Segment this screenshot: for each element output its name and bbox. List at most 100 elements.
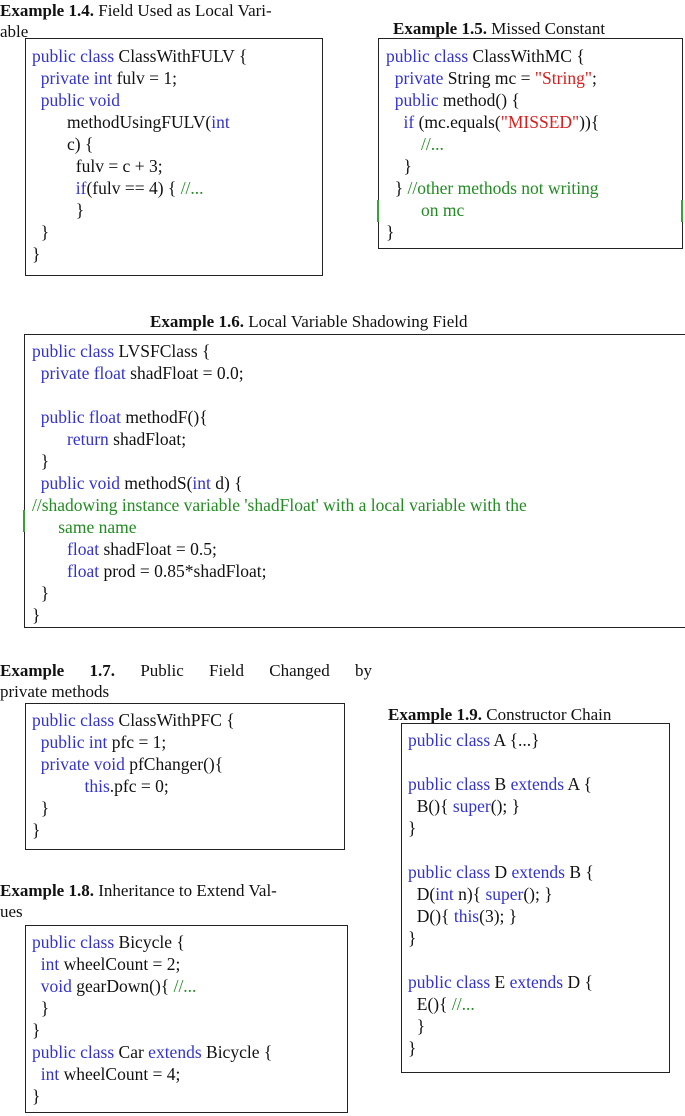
code-box-1-5: public class ClassWithMC { private Strin… xyxy=(378,38,683,249)
keyword-token: public class xyxy=(32,1042,115,1062)
keyword-token: int xyxy=(40,954,60,974)
keyword-token: super xyxy=(452,796,491,816)
code-line: public int pfc = 1; xyxy=(32,731,235,753)
code-line: public class E extends D { xyxy=(408,971,594,993)
code-token: (); } xyxy=(490,796,521,816)
code-block: public class Bicycle { int wheelCount = … xyxy=(32,931,272,1107)
example-1-7-caption: Example 1.7. Public Field Changed by xyxy=(0,660,372,681)
code-token: A { xyxy=(564,774,592,794)
keyword-token: public void xyxy=(40,90,120,110)
code-token: } xyxy=(386,156,412,176)
code-token: fulv = c + 3; xyxy=(32,156,163,176)
code-line: if (mc.equals("MISSED")){ xyxy=(386,111,600,133)
code-line: int wheelCount = 4; xyxy=(32,1063,272,1085)
code-token: ClassWithFULV { xyxy=(114,46,248,66)
code-token: d) { xyxy=(210,473,243,493)
code-line: //... xyxy=(386,133,599,155)
example-title: Field Used as Local Vari- xyxy=(98,1,272,20)
code-token: methodS( xyxy=(119,473,193,493)
keyword-token: public class xyxy=(32,932,115,952)
code-token: D { xyxy=(563,972,593,992)
keyword-token: public void xyxy=(40,473,120,493)
code-token: (3); } xyxy=(479,906,518,926)
code-token: D( xyxy=(408,884,436,904)
code-token: } xyxy=(408,928,417,948)
comment-token: //... xyxy=(180,178,204,198)
code-token: } xyxy=(32,605,41,625)
code-line: same name xyxy=(32,516,527,538)
keyword-token: if xyxy=(75,178,87,198)
code-line: D(){ this(3); } xyxy=(408,905,594,927)
code-line: private int fulv = 1; xyxy=(32,67,247,89)
keyword-token: int xyxy=(435,884,454,904)
code-token: n){ xyxy=(453,884,486,904)
code-token: String mc = xyxy=(443,68,535,88)
keyword-token: extends xyxy=(510,774,565,794)
code-token: ; xyxy=(591,68,597,88)
code-token: shadFloat; xyxy=(108,429,187,449)
example-1-6-caption: Example 1.6. Local Variable Shadowing Fi… xyxy=(150,311,467,332)
code-token: D(){ xyxy=(408,906,454,926)
keyword-token: private float xyxy=(40,363,126,383)
example-title: Public Field Changed by xyxy=(140,661,372,680)
code-line: public class Bicycle { xyxy=(32,931,272,953)
code-line: } xyxy=(32,1085,272,1107)
example-1-7-caption-cont: private methods xyxy=(0,681,109,702)
keyword-token: return xyxy=(67,429,109,449)
code-token: methodUsingFULV( xyxy=(32,112,212,132)
code-line: return shadFloat; xyxy=(32,428,527,450)
code-token: B xyxy=(490,774,511,794)
code-token: E xyxy=(490,972,510,992)
code-line: } xyxy=(32,243,247,265)
code-box-1-4: public class ClassWithFULV { private int… xyxy=(25,38,323,276)
comment-token: //... xyxy=(451,994,475,1014)
code-line: public class ClassWithMC { xyxy=(386,45,599,67)
keyword-token: float xyxy=(67,539,100,559)
keyword-token: public int xyxy=(40,732,108,752)
code-token: gearDown(){ xyxy=(71,976,174,996)
keyword-token: private int xyxy=(40,68,113,88)
example-label: Example 1.8. xyxy=(0,881,94,900)
example-title: Local Variable Shadowing Field xyxy=(248,312,468,331)
code-token: )){ xyxy=(579,112,600,132)
code-line: D(int n){ super(); } xyxy=(408,883,594,905)
comment-token: //... xyxy=(173,976,197,996)
code-line: E(){ //... xyxy=(408,993,594,1015)
code-line: //shadowing instance variable 'shadFloat… xyxy=(32,494,527,516)
code-block: public class ClassWithPFC { public int p… xyxy=(32,709,235,841)
code-line: if(fulv == 4) { //... xyxy=(32,177,247,199)
string-token: "MISSED" xyxy=(500,112,580,132)
keyword-token: if xyxy=(403,112,415,132)
code-token: } xyxy=(386,178,408,198)
keyword-token: void xyxy=(40,976,72,996)
keyword-token: this xyxy=(84,776,110,796)
example-1-4-caption: Example 1.4. Field Used as Local Vari- a… xyxy=(0,0,345,42)
code-token: E(){ xyxy=(408,994,452,1014)
code-line: int wheelCount = 2; xyxy=(32,953,272,975)
code-line: c) { xyxy=(32,133,247,155)
example-title: Inheritance to Extend Val- xyxy=(98,881,277,900)
code-line: on mc xyxy=(386,199,599,221)
code-line: } xyxy=(408,1037,594,1059)
code-token: wheelCount = 4; xyxy=(59,1064,181,1084)
keyword-token: public class xyxy=(32,46,115,66)
example-1-5-caption: Example 1.5. Missed Constant xyxy=(393,18,605,39)
code-token: shadFloat = 0.0; xyxy=(125,363,244,383)
example-label: Example 1.6. xyxy=(150,312,244,331)
code-block: public class LVSFClass { private float s… xyxy=(32,340,527,626)
code-token: Bicycle { xyxy=(114,932,185,952)
keyword-token: super xyxy=(485,884,524,904)
keyword-token: public class xyxy=(32,710,115,730)
example-1-8-caption: Example 1.8. Inheritance to Extend Val- … xyxy=(0,880,372,922)
